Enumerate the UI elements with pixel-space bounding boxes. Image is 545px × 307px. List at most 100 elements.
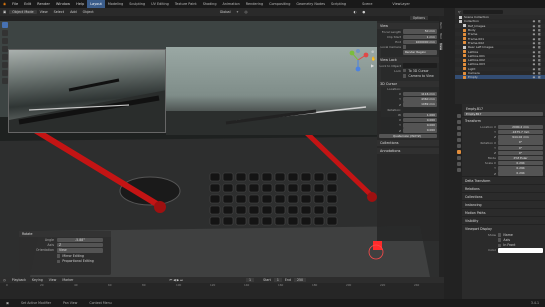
clip-end-field[interactable]: 1000000 mm <box>403 39 437 45</box>
delta-transform-section-header[interactable]: Delta Transform <box>462 176 545 184</box>
proportional-edit-icon[interactable]: ◎ <box>241 10 250 14</box>
menu-marker[interactable]: Marker <box>59 278 76 282</box>
visibility-icon[interactable]: ◉ ◧ <box>533 75 542 79</box>
tab-item[interactable]: Item <box>439 22 443 29</box>
menu-edit[interactable]: Edit <box>21 2 34 6</box>
snap-icon[interactable]: ⌖ <box>234 10 242 14</box>
workspace-tab-texture-paint[interactable]: Texture Paint <box>172 2 200 6</box>
scale-z-field[interactable]: 0.294 <box>498 171 543 176</box>
location-y-field[interactable]: -1675.7 mm <box>498 129 543 135</box>
area-divider[interactable] <box>444 8 455 299</box>
proportional-editing-checkbox[interactable] <box>57 259 61 263</box>
transform-tool-icon[interactable] <box>2 62 8 68</box>
motion-paths-section-header[interactable]: Motion Paths <box>462 208 545 216</box>
viewport-display-section-header[interactable]: Viewport Display <box>462 224 545 232</box>
show-axis-checkbox[interactable] <box>498 238 502 242</box>
cursor-x-field[interactable]: 1116 mm <box>403 92 437 97</box>
location-z-field[interactable]: 944.02 mm <box>498 135 543 140</box>
navigation-gizmo[interactable] <box>346 47 370 73</box>
measure-tool-icon[interactable] <box>2 78 8 84</box>
transform-orientation[interactable]: Global <box>217 10 234 14</box>
render-properties-icon[interactable] <box>456 120 461 124</box>
cursor-y-field[interactable]: 4360 mm <box>403 97 437 102</box>
rotation-x-field[interactable]: 0° <box>498 140 543 145</box>
menu-object[interactable]: Object <box>80 10 97 14</box>
workspace-tab-layout[interactable]: Layout <box>87 0 105 8</box>
workspace-tab-animation[interactable]: Animation <box>219 2 242 6</box>
tool-properties-icon[interactable] <box>456 114 461 118</box>
scale-tool-icon[interactable] <box>2 54 8 60</box>
menu-view-timeline[interactable]: View <box>46 278 60 282</box>
menu-keying[interactable]: Keying <box>29 278 46 282</box>
move-tool-icon[interactable] <box>2 38 8 44</box>
object-properties-icon[interactable] <box>456 150 461 154</box>
play-controls-icon[interactable]: ⏮ ◀ ▶ ⏭ <box>166 278 186 282</box>
lock-object-field[interactable] <box>403 63 437 68</box>
mode-selector[interactable]: Object Mode <box>9 10 37 14</box>
overlays-icon[interactable]: ◐ <box>350 10 359 14</box>
menu-view[interactable]: View <box>37 10 51 14</box>
annotations-section-header[interactable]: Annotations <box>377 148 439 155</box>
editor-type-icon[interactable]: ▣ <box>0 10 9 14</box>
timeline-ruler[interactable]: 0 20 40 60 80 100 120 140 160 180 200 22… <box>0 283 444 288</box>
tab-tool[interactable]: Tool <box>439 33 443 39</box>
outliner-row[interactable]: Empty ◉ ◧ <box>455 75 545 80</box>
viewlayer-selector[interactable]: ViewLayer <box>389 2 413 6</box>
focal-length-field[interactable]: 50 mm <box>403 29 437 34</box>
workspace-tab-modeling[interactable]: Modeling <box>105 2 126 6</box>
end-field[interactable]: 250 <box>293 278 307 282</box>
orientation-select[interactable]: View <box>57 248 103 253</box>
instancing-section-header[interactable]: Instancing <box>462 200 545 208</box>
menu-file[interactable]: File <box>9 2 21 6</box>
collections-section-header[interactable]: Collections <box>462 192 545 200</box>
transform-section-header[interactable]: Transform <box>462 116 545 124</box>
menu-add[interactable]: Add <box>67 10 80 14</box>
rotation-z-field[interactable]: 0° <box>498 150 543 156</box>
workspace-tab-rendering[interactable]: Rendering <box>243 2 266 6</box>
annotate-tool-icon[interactable] <box>2 70 8 76</box>
options-button[interactable]: Options <box>409 16 428 20</box>
shading-icon[interactable]: ● <box>359 10 368 14</box>
select-tool-icon[interactable] <box>2 22 8 28</box>
color-swatch[interactable] <box>498 248 543 253</box>
workspace-tab-uv-editing[interactable]: UV Editing <box>148 2 172 6</box>
rot-z-field[interactable]: 0.000 <box>403 128 437 133</box>
collections-section-header[interactable]: Collections <box>377 140 439 147</box>
menu-playback[interactable]: Playback <box>9 278 29 282</box>
workspace-tab-shading[interactable]: Shading <box>200 2 220 6</box>
clip-start-field[interactable]: 1 mm <box>403 34 437 39</box>
mirror-editing-checkbox[interactable] <box>57 254 61 258</box>
visibility-section-header[interactable]: Visibility <box>462 216 545 224</box>
workspace-tab-scripting[interactable]: Scripting <box>328 2 349 6</box>
rot-w-field[interactable]: 1.000 <box>403 112 437 118</box>
physics-properties-icon[interactable] <box>456 156 461 160</box>
rot-y-field[interactable]: 0.000 <box>403 123 437 128</box>
rotation-y-field[interactable]: 0° <box>498 145 543 150</box>
outliner-filter-icon[interactable]: ▽ <box>458 10 460 14</box>
rotation-mode-select[interactable]: XYZ Euler <box>498 155 543 161</box>
menu-help[interactable]: Help <box>73 2 87 6</box>
output-properties-icon[interactable] <box>456 126 461 130</box>
angle-field[interactable]: -5.88° <box>57 237 103 242</box>
constraints-properties-icon[interactable] <box>456 162 461 166</box>
start-field[interactable]: 1 <box>273 278 282 282</box>
render-region-button[interactable]: Render Region <box>403 50 437 55</box>
data-properties-icon[interactable] <box>456 168 461 172</box>
rot-x-field[interactable]: 0.000 <box>403 118 437 123</box>
menu-window[interactable]: Window <box>53 2 73 6</box>
local-camera-checkbox[interactable] <box>403 45 407 49</box>
scale-y-field[interactable]: 0.294 <box>498 166 543 171</box>
workspace-tab-geometry-nodes[interactable]: Geometry Nodes <box>293 2 328 6</box>
in-front-checkbox[interactable] <box>498 243 502 247</box>
zoom-icon[interactable]: ⊕ <box>371 49 374 54</box>
tab-view[interactable]: View <box>439 42 443 50</box>
cursor-tool-icon[interactable] <box>2 30 8 36</box>
menu-render[interactable]: Render <box>34 2 53 6</box>
current-frame-field[interactable]: 1 <box>246 278 255 282</box>
camera-view-icon[interactable]: ▶ <box>371 63 374 68</box>
rotate-tool-icon[interactable] <box>2 46 8 52</box>
menu-select[interactable]: Select <box>51 10 67 14</box>
workspace-tab-compositing[interactable]: Compositing <box>266 2 293 6</box>
camera-to-view-checkbox[interactable] <box>403 74 407 78</box>
cursor-z-field[interactable]: 1089 mm <box>403 102 437 107</box>
